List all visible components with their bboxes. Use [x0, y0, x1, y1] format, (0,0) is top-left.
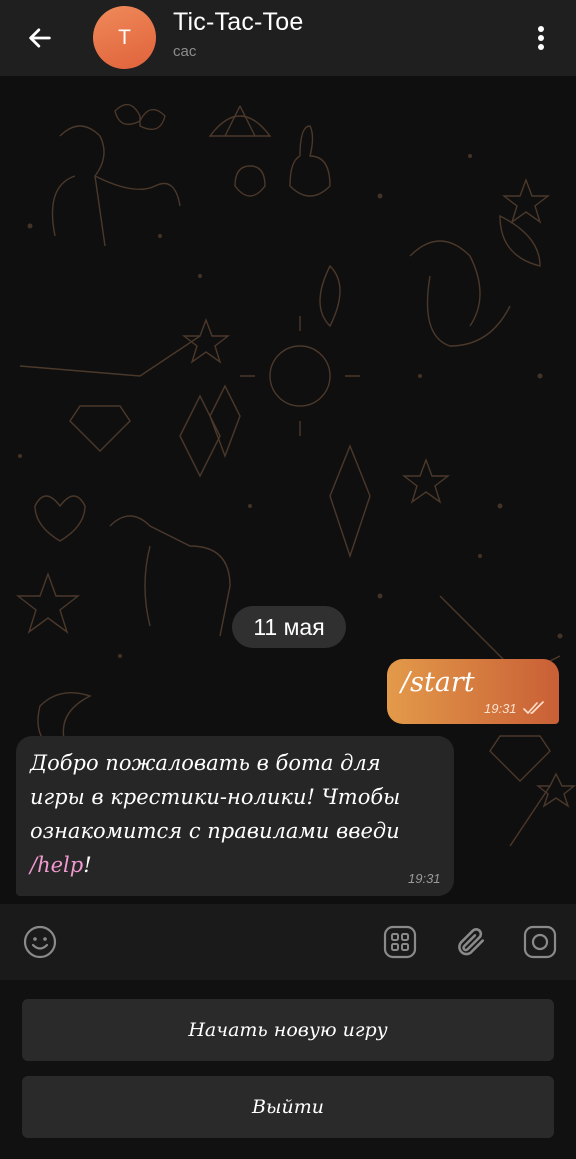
more-vertical-icon: [538, 26, 544, 50]
menu-button[interactable]: [526, 20, 556, 56]
chat-subtitle: сас: [173, 43, 197, 60]
camera-button[interactable]: [520, 922, 560, 962]
chat-title[interactable]: Tic-Tac-Toe: [173, 8, 303, 37]
chat-header: T Tic-Tac-Toe сас: [0, 0, 576, 76]
avatar[interactable]: T: [93, 6, 156, 69]
help-command-link[interactable]: /help: [30, 853, 83, 877]
message-text: /start: [401, 667, 475, 698]
emoji-button[interactable]: [20, 922, 60, 962]
incoming-message[interactable]: Добро пожаловать в бота для игры в крест…: [16, 736, 454, 896]
message-input[interactable]: [70, 922, 374, 964]
date-chip: 11 мая: [232, 606, 346, 648]
message-time: 19:31: [484, 701, 517, 716]
message-time: 19:31: [408, 871, 441, 886]
message-text: Добро пожаловать в бота для игры в крест…: [30, 746, 440, 882]
exit-button[interactable]: Выйти: [22, 1076, 554, 1138]
paperclip-icon: [458, 928, 485, 956]
bot-reply-keyboard: Начать новую игру Выйти: [0, 980, 576, 1159]
chat-area[interactable]: 11 мая /start 19:31 Добро пожаловать в б…: [0, 76, 576, 904]
back-button[interactable]: [22, 20, 58, 56]
arrow-left-icon: [29, 28, 51, 48]
bot-keyboard-icon: [383, 925, 417, 959]
outgoing-message[interactable]: /start 19:31: [387, 659, 559, 724]
emoji-icon: [23, 925, 57, 959]
message-text-part: !: [83, 853, 92, 877]
new-game-button[interactable]: Начать новую игру: [22, 999, 554, 1061]
attach-button[interactable]: [450, 922, 490, 962]
camera-icon: [523, 925, 557, 959]
message-input-bar: [0, 904, 576, 980]
message-text-part: Добро пожаловать в бота для игры в крест…: [30, 751, 401, 843]
bot-keyboard-button[interactable]: [380, 922, 420, 962]
double-check-icon: [523, 701, 544, 714]
